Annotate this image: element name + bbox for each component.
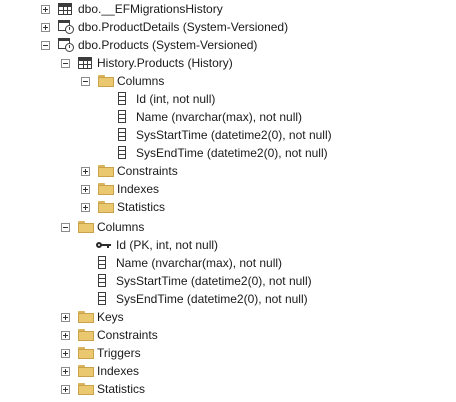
tree-node-products-columns[interactable]: Columns xyxy=(0,218,456,236)
folder-icon xyxy=(78,221,94,233)
expand-icon[interactable] xyxy=(61,349,70,358)
tree-node-label: SysEndTime (datetime2(0), not null) xyxy=(116,292,308,306)
expand-icon[interactable] xyxy=(81,203,90,212)
tree-node-label: dbo.ProductDetails (System-Versioned) xyxy=(78,20,289,34)
tree-node-history-columns[interactable]: Columns xyxy=(0,72,456,90)
tree-node-statistics[interactable]: Statistics xyxy=(0,380,456,398)
folder-icon xyxy=(78,311,94,323)
tree-node-label: History.Products (History) xyxy=(97,56,233,70)
tree-node-history-constraints[interactable]: Constraints xyxy=(0,162,456,180)
tree-node-label: Triggers xyxy=(97,346,141,360)
tree-node-keys[interactable]: Keys xyxy=(0,308,456,326)
column-icon xyxy=(98,274,106,287)
folder-icon xyxy=(98,165,114,177)
table-icon xyxy=(78,57,92,69)
tree-node-column-sysstarttime[interactable]: SysStartTime (datetime2(0), not null) xyxy=(0,272,456,290)
tree-node-label: Constraints xyxy=(97,328,158,342)
collapse-icon[interactable] xyxy=(61,59,70,68)
tree-node-label: Keys xyxy=(97,310,124,324)
tree-node-label: Id (PK, int, not null) xyxy=(116,238,219,252)
tree-node-column-name[interactable]: Name (nvarchar(max), not null) xyxy=(0,108,456,126)
tree-node-column-sysstarttime[interactable]: SysStartTime (datetime2(0), not null) xyxy=(0,126,456,144)
tree-node-label: Indexes xyxy=(117,182,160,196)
expand-icon[interactable] xyxy=(41,23,50,32)
folder-icon xyxy=(98,183,114,195)
tree-node-label: Statistics xyxy=(97,382,146,396)
object-explorer-tree: dbo.__EFMigrationsHistory dbo.ProductDet… xyxy=(0,0,456,402)
expand-icon[interactable] xyxy=(61,385,70,394)
collapse-icon[interactable] xyxy=(61,223,70,232)
tree-node-constraints[interactable]: Constraints xyxy=(0,326,456,344)
tree-node-column-sysendtime[interactable]: SysEndTime (datetime2(0), not null) xyxy=(0,144,456,162)
tree-node-label: SysEndTime (datetime2(0), not null) xyxy=(136,146,328,160)
collapse-icon[interactable] xyxy=(41,41,50,50)
tree-node-history-statistics[interactable]: Statistics xyxy=(0,198,456,216)
expand-icon[interactable] xyxy=(81,167,90,176)
folder-icon xyxy=(78,383,94,395)
tree-node-history-indexes[interactable]: Indexes xyxy=(0,180,456,198)
key-icon xyxy=(96,241,112,249)
expand-icon[interactable] xyxy=(61,367,70,376)
folder-icon xyxy=(78,329,94,341)
tree-node-label: Columns xyxy=(97,220,145,234)
tree-node-products[interactable]: dbo.Products (System-Versioned) xyxy=(0,36,456,54)
expand-icon[interactable] xyxy=(61,331,70,340)
tree-node-indexes[interactable]: Indexes xyxy=(0,362,456,380)
tree-node-label: dbo.__EFMigrationsHistory xyxy=(78,2,223,16)
folder-icon xyxy=(98,75,114,87)
expand-icon[interactable] xyxy=(81,185,90,194)
expand-icon[interactable] xyxy=(61,313,70,322)
folder-icon xyxy=(98,201,114,213)
column-icon xyxy=(118,92,126,105)
folder-icon xyxy=(78,365,94,377)
tree-node-column-id[interactable]: Id (int, not null) xyxy=(0,90,456,108)
tree-node-triggers[interactable]: Triggers xyxy=(0,344,456,362)
versioned-table-icon xyxy=(58,38,74,52)
column-icon xyxy=(118,146,126,159)
tree-node-column-sysendtime[interactable]: SysEndTime (datetime2(0), not null) xyxy=(0,290,456,308)
tree-node-label: Name (nvarchar(max), not null) xyxy=(136,110,303,124)
table-icon xyxy=(58,3,72,15)
column-icon xyxy=(98,256,106,269)
tree-node-label: Statistics xyxy=(117,200,166,214)
tree-node-label: SysStartTime (datetime2(0), not null) xyxy=(116,274,312,288)
tree-node-label: Id (int, not null) xyxy=(136,92,216,106)
folder-icon xyxy=(78,347,94,359)
tree-node-label: SysStartTime (datetime2(0), not null) xyxy=(136,128,332,142)
tree-node-label: Constraints xyxy=(117,164,178,178)
tree-node-label: Name (nvarchar(max), not null) xyxy=(116,256,283,270)
tree-node-label: Columns xyxy=(117,74,165,88)
tree-node-history-products[interactable]: History.Products (History) xyxy=(0,54,456,72)
versioned-table-icon xyxy=(58,20,74,34)
column-icon xyxy=(98,292,106,305)
column-icon xyxy=(118,128,126,141)
tree-node-label: dbo.Products (System-Versioned) xyxy=(78,38,258,52)
tree-node-ef-migrations-history[interactable]: dbo.__EFMigrationsHistory xyxy=(0,0,456,18)
tree-node-label: Indexes xyxy=(97,364,140,378)
expand-icon[interactable] xyxy=(41,5,50,14)
tree-node-product-details[interactable]: dbo.ProductDetails (System-Versioned) xyxy=(0,18,456,36)
collapse-icon[interactable] xyxy=(81,77,90,86)
tree-node-column-id-pk[interactable]: Id (PK, int, not null) xyxy=(0,236,456,254)
tree-node-column-name[interactable]: Name (nvarchar(max), not null) xyxy=(0,254,456,272)
column-icon xyxy=(118,110,126,123)
